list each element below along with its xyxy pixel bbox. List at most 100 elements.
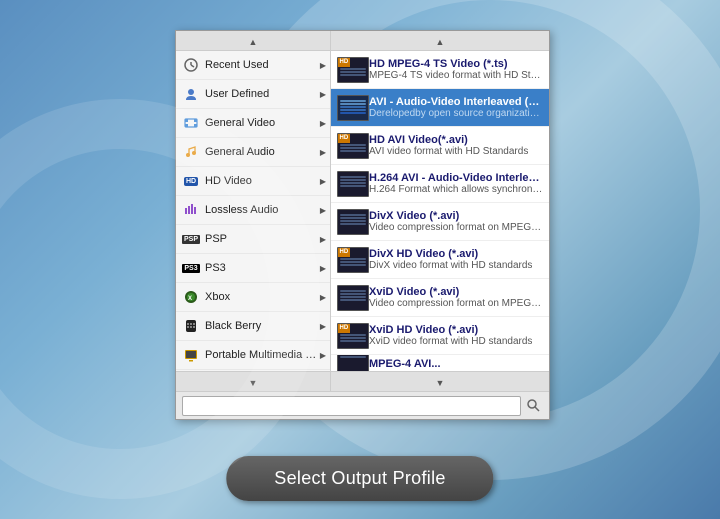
right-item-xvid[interactable]: XviD Video (*.avi) Video compression for…: [331, 279, 549, 317]
right-item-xvid-hd[interactable]: HD XviD HD Video (*.avi) XviD video form…: [331, 317, 549, 355]
right-item-title: DivX Video (*.avi): [369, 210, 543, 222]
sidebar-item-blackberry[interactable]: Black Berry ▶: [176, 312, 330, 341]
arrow-icon: ▶: [320, 293, 326, 302]
arrow-icon: ▶: [320, 264, 326, 273]
arrow-icon: ▶: [320, 119, 326, 128]
sidebar-item-recent-used[interactable]: Recent Used ▶: [176, 51, 330, 80]
sidebar-item-label: Recent Used: [205, 59, 318, 71]
right-item-text: XviD Video (*.avi) Video compression for…: [369, 286, 543, 309]
format-thumb-h264: [337, 171, 369, 197]
sidebar-item-lossless-audio[interactable]: Lossless Audio ▶: [176, 196, 330, 225]
sidebar-item-general-video[interactable]: General Video ▶: [176, 109, 330, 138]
sidebar-item-label: Black Berry: [205, 320, 318, 332]
right-item-text: H.264 AVI - Audio-Video Interleaved... H…: [369, 172, 543, 195]
right-item-desc: Video compression format on MPEG4,devel.…: [369, 298, 543, 309]
search-input[interactable]: [182, 396, 521, 416]
right-item-avi[interactable]: AVI - Audio-Video Interleaved (*.avi) De…: [331, 89, 549, 127]
arrow-icon: ▶: [320, 351, 326, 360]
sidebar-item-portable-multimedia[interactable]: Portable Multimedia Dev... ▶: [176, 341, 330, 370]
format-thumb-divx-hd: HD: [337, 247, 369, 273]
right-item-desc: AVI video format with HD Standards: [369, 146, 543, 157]
right-item-title: HD MPEG-4 TS Video (*.ts): [369, 58, 543, 70]
left-scroll-up[interactable]: [176, 31, 331, 50]
xbox-icon: X: [182, 288, 200, 306]
ps3-icon: PS3: [182, 259, 200, 277]
format-thumb-mpeg4avi: [337, 355, 369, 371]
clock-icon: [182, 56, 200, 74]
right-item-divx-hd[interactable]: HD DivX HD Video (*.avi) DivX video form…: [331, 241, 549, 279]
sidebar-item-label: HD Video: [205, 175, 318, 187]
sidebar-item-psp[interactable]: PSP PSP ▶: [176, 225, 330, 254]
right-item-desc: Video compression format on MPEG4.with D…: [369, 222, 543, 233]
right-item-divx[interactable]: DivX Video (*.avi) Video compression for…: [331, 203, 549, 241]
arrow-icon: ▶: [320, 235, 326, 244]
portable-icon: [182, 346, 200, 364]
bottom-btn-area: Select Output Profile: [226, 456, 493, 501]
arrow-icon: ▶: [320, 177, 326, 186]
right-item-text: AVI - Audio-Video Interleaved (*.avi) De…: [369, 96, 543, 119]
scroll-top-bar: [176, 31, 549, 51]
sidebar-item-label: General Audio: [205, 146, 318, 158]
psp-icon: PSP: [182, 230, 200, 248]
sidebar-item-xbox[interactable]: X Xbox ▶: [176, 283, 330, 312]
sidebar-item-ps3[interactable]: PS3 PS3 ▶: [176, 254, 330, 283]
right-panel: HD HD MPEG-4 TS Video (*.ts) MPEG-4 TS v…: [331, 51, 549, 371]
format-thumb-xvid-hd: HD: [337, 323, 369, 349]
svg-text:X: X: [188, 296, 192, 302]
music-icon: [182, 143, 200, 161]
right-item-title: XviD Video (*.avi): [369, 286, 543, 298]
format-thumb-divx: [337, 209, 369, 235]
right-item-desc: Derelopedby open source organization,wit…: [369, 108, 543, 119]
right-item-title: HD AVI Video(*.avi): [369, 134, 543, 146]
right-item-mpeg4-avi[interactable]: MPEG-4 AVI...: [331, 355, 549, 371]
right-scroll-up[interactable]: [331, 31, 549, 50]
right-item-text: DivX Video (*.avi) Video compression for…: [369, 210, 543, 233]
sidebar-item-label: Portable Multimedia Dev...: [205, 349, 318, 361]
film-icon: [182, 114, 200, 132]
right-item-title: H.264 AVI - Audio-Video Interleaved...: [369, 172, 543, 184]
user-icon: [182, 85, 200, 103]
sidebar-item-label: Xbox: [205, 291, 318, 303]
right-item-text: XviD HD Video (*.avi) XviD video format …: [369, 324, 543, 347]
select-output-profile-button[interactable]: Select Output Profile: [226, 456, 493, 501]
format-thumb-xvid: [337, 285, 369, 311]
right-item-desc: MPEG-4 TS video format with HD Stantards: [369, 70, 543, 81]
scroll-bottom-bar: [176, 371, 549, 391]
right-item-hd-avi[interactable]: HD HD AVI Video(*.avi) AVI video format …: [331, 127, 549, 165]
sidebar-item-general-audio[interactable]: General Audio ▶: [176, 138, 330, 167]
panel-container: Recent Used ▶ User Defined ▶ General Vid…: [175, 30, 550, 420]
arrow-icon: ▶: [320, 61, 326, 70]
search-bar: [176, 391, 549, 419]
search-icon-button[interactable]: [523, 396, 543, 416]
left-up-arrow-icon: [249, 32, 258, 50]
sidebar-item-label: User Defined: [205, 88, 318, 100]
sidebar-item-hd-video[interactable]: HD HD Video ▶: [176, 167, 330, 196]
format-thumb-hd-mpeg4: HD: [337, 57, 369, 83]
format-thumb-avi: [337, 95, 369, 121]
right-item-text: HD MPEG-4 TS Video (*.ts) MPEG-4 TS vide…: [369, 58, 543, 81]
right-item-text: HD AVI Video(*.avi) AVI video format wit…: [369, 134, 543, 157]
left-down-arrow-icon: [249, 373, 258, 391]
right-item-desc: XviD video format with HD standards: [369, 336, 543, 347]
left-panel: Recent Used ▶ User Defined ▶ General Vid…: [176, 51, 331, 371]
sidebar-item-user-defined[interactable]: User Defined ▶: [176, 80, 330, 109]
sidebar-item-label: PSP: [205, 233, 318, 245]
right-item-desc: DivX video format with HD standards: [369, 260, 543, 271]
format-thumb-hd-avi: HD: [337, 133, 369, 159]
right-item-title: XviD HD Video (*.avi): [369, 324, 543, 336]
right-item-desc: H.264 Format which allows synchronous au…: [369, 184, 543, 195]
right-item-title: DivX HD Video (*.avi): [369, 248, 543, 260]
right-item-text: DivX HD Video (*.avi) DivX video format …: [369, 248, 543, 271]
sidebar-item-label: General Video: [205, 117, 318, 129]
main-content: Recent Used ▶ User Defined ▶ General Vid…: [176, 51, 549, 371]
blackberry-icon: [182, 317, 200, 335]
lossless-icon: [182, 201, 200, 219]
sidebar-item-label: Lossless Audio: [205, 204, 318, 216]
right-scroll-down[interactable]: [331, 372, 549, 391]
sidebar-item-label: PS3: [205, 262, 318, 274]
right-item-hd-mpeg4-ts[interactable]: HD HD MPEG-4 TS Video (*.ts) MPEG-4 TS v…: [331, 51, 549, 89]
right-item-title: MPEG-4 AVI...: [369, 358, 543, 370]
right-item-h264-avi[interactable]: H.264 AVI - Audio-Video Interleaved... H…: [331, 165, 549, 203]
left-scroll-down[interactable]: [176, 372, 331, 391]
right-item-text: MPEG-4 AVI...: [369, 358, 543, 370]
